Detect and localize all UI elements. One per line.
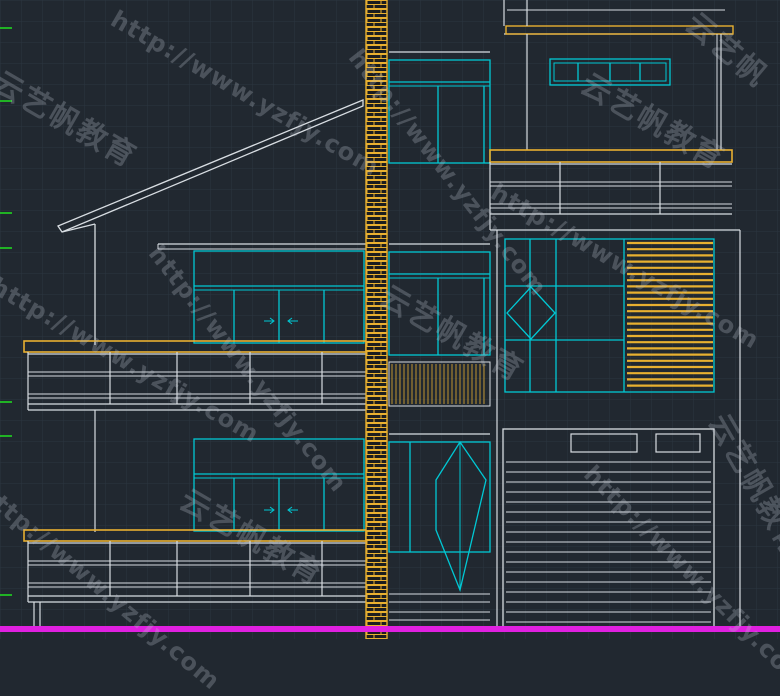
brick-chimney [365, 0, 388, 640]
ground-line [0, 626, 780, 632]
elevation-drawing [0, 0, 780, 640]
cad-viewport[interactable]: 云艺帆教育 http://www.yzfjy.com http://www.yz… [0, 0, 780, 695]
